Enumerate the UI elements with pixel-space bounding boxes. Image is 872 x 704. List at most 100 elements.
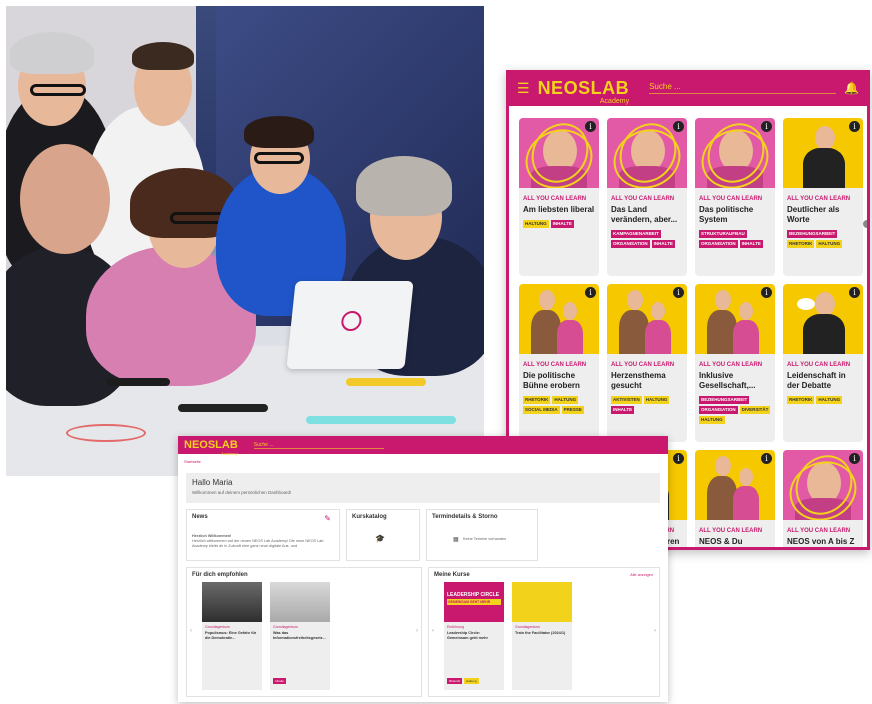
course-kicker: ALL YOU CAN LEARN [787, 362, 851, 368]
course-tag[interactable]: INHALTE [611, 406, 635, 414]
course-tile-thumbnail: LEADERSHIP CIRCLE GEMEINSAM GEHT MEHR [443, 582, 504, 622]
info-icon[interactable]: i [673, 287, 684, 298]
menu-icon[interactable]: ☰ [517, 81, 530, 95]
info-icon[interactable]: i [673, 121, 684, 132]
thumbnail-figure [539, 290, 555, 310]
course-kicker: ALL YOU CAN LEARN [699, 528, 763, 534]
course-tag[interactable]: HALTUNG [523, 220, 549, 228]
info-icon[interactable]: i [761, 121, 772, 132]
brand-logo[interactable]: NEOSLAB Academy [538, 79, 630, 105]
course-tile[interactable]: Grundlagenkurs Populismus: Eine Gefahr fü… [202, 582, 262, 690]
chevron-left-icon[interactable]: ‹ [432, 628, 434, 634]
laptop-sticker [340, 311, 363, 331]
course-tag[interactable]: STRUKTURAUFBAU [699, 230, 747, 238]
course-title: Das Land verändern, aber... [611, 205, 678, 224]
thumbnail-figure [797, 298, 815, 310]
news-widget[interactable]: News ✎ Herzlich Willkommen! Herzlich wil… [186, 509, 340, 561]
course-card[interactable]: i ALL YOU CAN LEARN Herzensthema gesucht AK… [607, 284, 687, 442]
course-tag[interactable]: ORGANISATION [699, 406, 738, 414]
course-tile[interactable]: LEADERSHIP CIRCLE GEMEINSAM GEHT MEHR Einf… [443, 582, 504, 690]
course-tile-tag[interactable]: Rhetorik [446, 678, 463, 684]
appointments-widget[interactable]: Termindetails & Storno ▦ Keine Termine v… [426, 509, 538, 561]
course-tag[interactable]: KAMPAGNENARBEIT [611, 230, 661, 238]
calendar-icon: ▦ [453, 537, 459, 543]
info-icon[interactable]: i [673, 453, 684, 464]
course-card[interactable]: i ALL YOU CAN LEARN NEOS & Du [695, 450, 775, 550]
course-title: Inklusive Gesellschaft,... [699, 371, 756, 390]
person-3-head [20, 144, 110, 254]
my-courses-list: LEADERSHIP CIRCLE GEMEINSAM GEHT MEHR Einf… [434, 582, 654, 690]
info-icon[interactable]: i [585, 121, 596, 132]
course-tag[interactable]: INHALTE [739, 240, 763, 248]
greeting-panel: Hallo Maria Willkommen auf deinem persön… [186, 473, 660, 503]
course-card[interactable]: i ALL YOU CAN LEARN Leidenschaft in der De… [783, 284, 863, 442]
chevron-right-icon[interactable]: › [416, 628, 418, 634]
chevron-right-icon[interactable]: › [654, 628, 656, 634]
catalog-widget[interactable]: Kurskatalog 🎓 [346, 509, 420, 561]
course-card[interactable]: i ALL YOU CAN LEARN Am liebsten liberal HAL… [519, 118, 599, 276]
course-tag[interactable]: RHETORIK [787, 240, 815, 248]
course-title: Deutlicher als Worte [787, 205, 840, 224]
course-tag[interactable]: DIVERSITÄT [739, 406, 771, 414]
course-kicker: ALL YOU CAN LEARN [699, 362, 763, 368]
course-tag[interactable]: ORGANISATION [699, 240, 738, 248]
course-kicker: ALL YOU CAN LEARN [611, 362, 675, 368]
course-tag[interactable]: ORGANISATION [611, 240, 650, 248]
course-tag[interactable]: BEZIEHUNGSARBEIT [787, 230, 838, 238]
search-input[interactable]: Suche ... [649, 82, 837, 94]
course-tag[interactable]: HALTUNG [816, 396, 843, 404]
course-tag[interactable]: RHETORIK [787, 396, 815, 404]
course-tags [783, 548, 863, 550]
course-tag[interactable]: INHALTE [550, 220, 574, 228]
course-tags [695, 548, 775, 550]
course-kicker: ALL YOU CAN LEARN [523, 362, 587, 368]
dashboard-search-input[interactable]: Suche ... [253, 442, 384, 449]
course-tile-tag[interactable]: Haltung [464, 678, 479, 684]
thumbnail-figure [733, 486, 759, 520]
course-tag[interactable]: SOCIAL MEDIA [523, 406, 560, 414]
course-tag[interactable]: HALTUNG [816, 240, 843, 248]
course-kicker: ALL YOU CAN LEARN [787, 528, 851, 534]
course-tag[interactable]: BEZIEHUNGSARBEIT [699, 396, 750, 404]
course-card[interactable]: i ALL YOU CAN LEARN NEOS von A bis Z [783, 450, 863, 550]
course-tile[interactable]: Grundlagenkurs Train the Facilitator (202… [511, 582, 572, 690]
course-card[interactable]: i ALL YOU CAN LEARN Inklusive Gesellschaft… [695, 284, 775, 442]
info-icon[interactable]: i [761, 287, 772, 298]
course-tag[interactable]: PRESSE [561, 406, 584, 414]
dashboard-brand-logo[interactable]: NEOSLAB Academy [184, 439, 238, 455]
course-tag[interactable]: HALTUNG [643, 396, 670, 404]
course-card[interactable]: i ALL YOU CAN LEARN Das politische System S… [695, 118, 775, 276]
course-tag[interactable]: AKTIVISTEN [611, 396, 642, 404]
show-all-link[interactable]: Alle anzeigen [630, 573, 653, 577]
info-icon[interactable]: i [761, 453, 772, 464]
greeting-title: Hallo Maria [192, 478, 233, 487]
course-card[interactable]: i ALL YOU CAN LEARN Das Land verändern, ab… [607, 118, 687, 276]
course-tile-tag[interactable]: Inhalte [273, 678, 287, 684]
course-tag[interactable]: INHALTE [651, 240, 675, 248]
appointments-empty: Keine Termine vorhanden [463, 537, 507, 541]
course-tags: STRUKTURAUFBAU ORGANISATION INHALTE [695, 226, 775, 248]
course-tag[interactable]: RHETORIK [523, 396, 551, 404]
chevron-left-icon[interactable]: ‹ [190, 628, 192, 634]
info-icon[interactable]: i [849, 453, 860, 464]
greeting-subtitle: Willkommen auf deinem persönlichen Dashb… [192, 490, 292, 495]
course-card[interactable]: i ALL YOU CAN LEARN Die politische Bühne e… [519, 284, 599, 442]
thumbnail-figure [803, 148, 845, 188]
info-icon[interactable]: i [585, 287, 596, 298]
person-6-hair [356, 156, 452, 216]
course-thumbnail: i [695, 118, 775, 188]
thumbnail-figure [645, 320, 671, 354]
bell-icon[interactable]: 🔔 [844, 81, 859, 95]
breadcrumb[interactable]: Startseite [178, 454, 668, 469]
course-title: Am liebsten liberal [523, 205, 595, 214]
course-thumbnail: i [695, 284, 775, 354]
course-card[interactable]: i ALL YOU CAN LEARN Deutlicher als Worte BE… [783, 118, 863, 276]
info-icon[interactable]: i [849, 287, 860, 298]
course-tag[interactable]: HALTUNG [699, 416, 725, 424]
recommended-list: Grundlagenkurs Populismus: Eine Gefahr fü… [192, 582, 416, 690]
info-icon[interactable]: i [849, 121, 860, 132]
course-tile[interactable]: Grundlagenkurs Was das Informationsfreihe… [270, 582, 330, 690]
scrollbar-handle[interactable] [863, 220, 867, 228]
course-tag[interactable]: HALTUNG [552, 396, 579, 404]
course-tile-kicker: Grundlagenkurs [273, 625, 298, 629]
